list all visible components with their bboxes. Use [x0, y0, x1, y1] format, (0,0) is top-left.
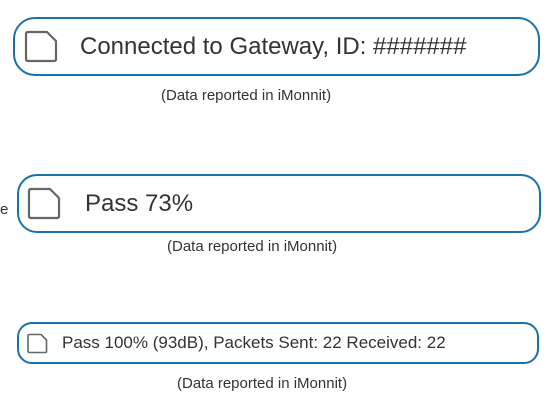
gateway-status-message: Connected to Gateway, ID: #######	[13, 17, 540, 76]
document-icon	[26, 187, 62, 220]
document-icon	[26, 333, 48, 354]
document-icon	[23, 30, 58, 63]
signal-pass-text: Pass 73%	[85, 189, 194, 217]
screen: Connected to Gateway, ID: ####### (Data …	[0, 0, 553, 405]
packet-test-message: Pass 100% (93dB), Packets Sent: 22 Recei…	[17, 322, 539, 364]
packet-test-text: Pass 100% (93dB), Packets Sent: 22 Recei…	[62, 333, 446, 352]
caption-3: (Data reported in iMonnit)	[177, 375, 348, 392]
signal-pass-message: Pass 73%	[17, 174, 541, 233]
gateway-status-text: Connected to Gateway, ID: #######	[80, 32, 467, 60]
caption-1: (Data reported in iMonnit)	[161, 87, 332, 104]
clipped-edge-text: e	[0, 201, 9, 218]
caption-2: (Data reported in iMonnit)	[167, 238, 338, 255]
